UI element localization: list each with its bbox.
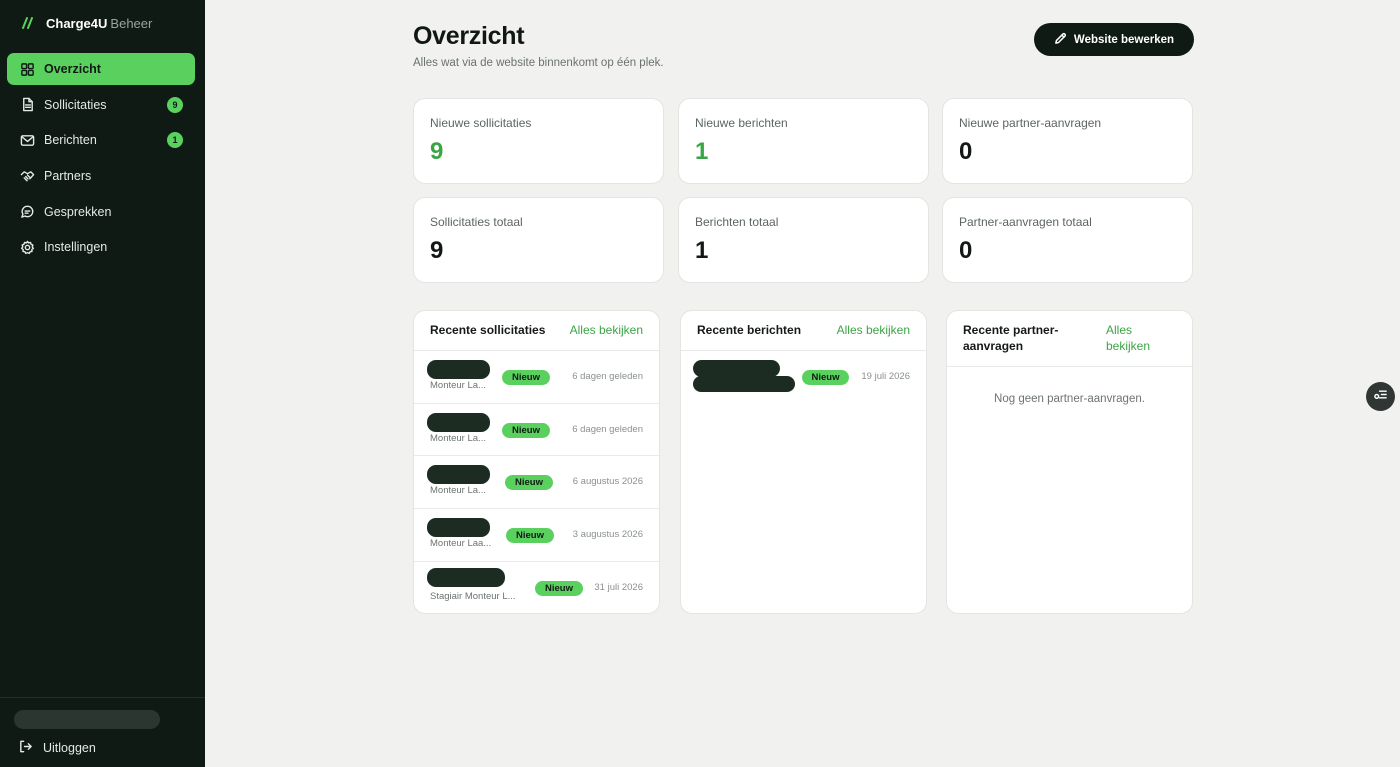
row-date: 6 dagen geleden: [572, 371, 643, 382]
panel-title: Recente berichten: [697, 323, 802, 337]
recent-partner-requests-panel: Recente partner-aanvragen Alles bekijken…: [946, 310, 1193, 614]
chat-icon: [19, 204, 35, 220]
stat-value: 1: [695, 237, 709, 264]
sidebar-nav: Overzicht Sollicitaties 9 Berichten 1 Pa…: [7, 53, 195, 267]
stat-label: Sollicitaties totaal: [430, 215, 523, 229]
logout-icon: [18, 739, 33, 757]
job-title: Monteur Laa...: [430, 538, 492, 550]
row-date: 19 juli 2026: [861, 371, 910, 382]
sidebar-footer: Uitloggen: [0, 697, 205, 767]
stat-value: 9: [430, 237, 444, 264]
stat-card-total-applications: Sollicitaties totaal 9: [413, 197, 664, 283]
sidebar: Charge4U Beheer Overzicht Sollicitaties 9…: [0, 0, 205, 767]
status-badge: Nieuw: [802, 370, 849, 385]
stat-card-new-messages: Nieuwe berichten 1: [678, 98, 929, 184]
list-item[interactable]: Monteur La... Nieuw 6 dagen geleden: [414, 351, 659, 404]
stat-card-total-messages: Berichten totaal 1: [678, 197, 929, 283]
stat-card-total-partner-requests: Partner-aanvragen totaal 0: [942, 197, 1193, 283]
sidebar-item-label: Overzicht: [44, 62, 101, 76]
sidebar-item-label: Berichten: [44, 133, 97, 148]
logout-label: Uitloggen: [43, 741, 96, 755]
view-all-link[interactable]: Alles bekijken: [570, 323, 643, 337]
grid-icon: [19, 61, 35, 77]
stat-value: 1: [695, 138, 709, 165]
stat-value: 9: [430, 138, 444, 165]
sidebar-item-label: Sollicitaties: [44, 97, 107, 112]
gear-icon: [19, 239, 35, 255]
list-item[interactable]: Stagiair Monteur L... Nieuw 31 juli 2026: [414, 562, 659, 613]
recent-applications-panel: Recente sollicitaties Alles bekijken Mon…: [413, 310, 660, 614]
brand-name: Charge4U: [46, 15, 108, 31]
sidebar-item-label: Instellingen: [44, 240, 108, 255]
count-badge: 1: [167, 132, 183, 149]
status-badge: Nieuw: [502, 370, 550, 385]
list-item[interactable]: Monteur La... Nieuw 6 augustus 2026: [414, 456, 659, 510]
redacted-name: [427, 412, 490, 432]
row-date: 3 augustus 2026: [572, 529, 643, 541]
sidebar-item-partners[interactable]: Partners: [7, 160, 195, 192]
page-title: Overzicht: [413, 22, 525, 50]
redacted-name: [427, 567, 505, 587]
website-edit-button[interactable]: Website bewerken: [1034, 23, 1194, 56]
row-date: 6 augustus 2026: [572, 476, 643, 488]
handshake-icon: [19, 168, 35, 184]
row-date: 6 dagen geleden: [572, 423, 643, 435]
stat-card-new-partner-requests: Nieuwe partner-aanvragen 0: [942, 98, 1193, 184]
filter-list-icon: [1373, 387, 1388, 407]
status-badge: Nieuw: [535, 580, 583, 596]
sidebar-item-label: Gesprekken: [44, 204, 112, 219]
stat-label: Berichten totaal: [695, 215, 779, 229]
stat-value: 0: [959, 138, 973, 165]
sidebar-item-berichten[interactable]: Berichten 1: [7, 124, 195, 156]
sidebar-item-label: Partners: [44, 169, 92, 184]
sidebar-item-sollicitaties[interactable]: Sollicitaties 9: [7, 89, 195, 121]
job-title: Monteur La...: [430, 380, 486, 391]
sidebar-item-overzicht[interactable]: Overzicht: [7, 53, 195, 85]
status-badge: Nieuw: [505, 475, 553, 491]
empty-state-text: Nog geen partner-aanvragen.: [994, 393, 1145, 405]
stat-label: Nieuwe partner-aanvragen: [959, 116, 1102, 130]
sidebar-item-gesprekken[interactable]: Gesprekken: [7, 196, 195, 228]
double-slash-logo-icon: [22, 17, 33, 29]
panel-title: Recente sollicitaties: [430, 323, 546, 337]
brand[interactable]: Charge4U Beheer: [22, 14, 152, 32]
list-item[interactable]: Monteur Laa... Nieuw 3 augustus 2026: [414, 509, 659, 562]
document-icon: [19, 97, 35, 113]
job-title: Monteur La...: [430, 485, 486, 497]
stat-card-new-applications: Nieuwe sollicitaties 9: [413, 98, 664, 184]
recent-messages-panel: Recente berichten Alles bekijken Nieuw 1…: [680, 310, 927, 614]
pencil-icon: [1054, 32, 1067, 48]
list-item[interactable]: Monteur La... Nieuw 6 dagen geleden: [414, 404, 659, 457]
stat-label: Nieuwe sollicitaties: [430, 116, 532, 130]
redacted-name: [427, 518, 490, 538]
job-title: Stagiair Monteur L...: [430, 590, 516, 602]
list-item[interactable]: Nieuw 19 juli 2026: [681, 351, 926, 404]
panel-header: Recente sollicitaties Alles bekijken: [414, 311, 659, 351]
redacted-name: [427, 360, 490, 379]
stat-label: Partner-aanvragen totaal: [959, 215, 1092, 229]
sidebar-item-instellingen[interactable]: Instellingen: [7, 231, 195, 263]
redacted-email: [693, 376, 795, 392]
mail-icon: [19, 132, 35, 148]
status-badge: Nieuw: [506, 528, 554, 544]
redacted-user-name: [14, 710, 160, 729]
view-all-link[interactable]: Alles bekijken: [837, 323, 910, 337]
floating-filter-button[interactable]: [1366, 382, 1395, 411]
page-subtitle: Alles wat via de website binnenkomt op é…: [413, 57, 664, 69]
brand-suffix: Beheer: [110, 15, 153, 31]
view-all-link[interactable]: Alles bekijken: [1106, 322, 1174, 354]
stat-value: 0: [959, 237, 973, 264]
count-badge: 9: [167, 96, 183, 113]
status-badge: Nieuw: [502, 422, 550, 438]
stat-label: Nieuwe berichten: [695, 116, 788, 130]
redacted-name: [693, 360, 780, 377]
edit-button-label: Website bewerken: [1073, 33, 1175, 46]
panel-title: Recente partner-aanvragen: [963, 323, 1059, 353]
row-date: 31 juli 2026: [594, 581, 643, 593]
panel-header: Recente berichten Alles bekijken: [681, 311, 926, 351]
panel-header: Recente partner-aanvragen Alles bekijken: [947, 311, 1192, 367]
job-title: Monteur La...: [430, 432, 486, 444]
logout-button[interactable]: Uitloggen: [18, 739, 96, 757]
redacted-name: [427, 465, 490, 485]
